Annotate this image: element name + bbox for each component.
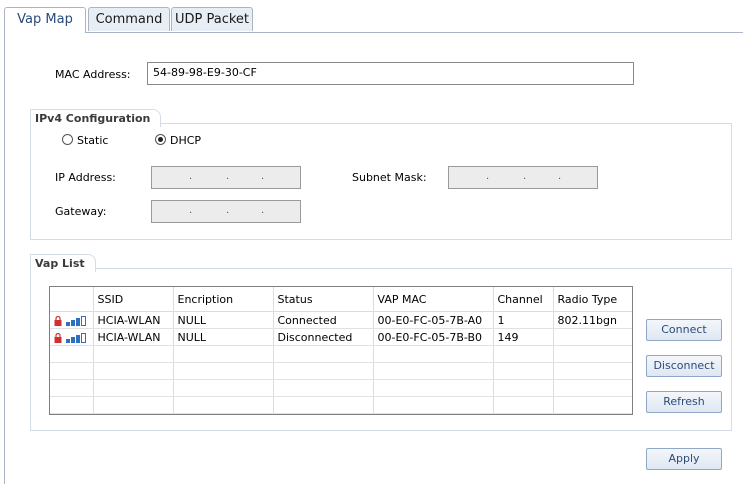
connect-button[interactable]: Connect: [646, 319, 722, 341]
vap-table[interactable]: SSID Encription Status VAP MAC Channel R…: [49, 286, 633, 415]
cell-encryption: NULL: [173, 328, 274, 346]
cell-vap-mac: 00-E0-FC-05-7B-B0: [373, 328, 494, 346]
subnet-mask-label: Subnet Mask:: [352, 171, 427, 184]
mac-address-label: MAC Address:: [55, 68, 131, 81]
cell-ssid: HCIA-WLAN: [93, 311, 174, 329]
gateway-label: Gateway:: [55, 205, 107, 218]
tab-udp-packet[interactable]: UDP Packet: [171, 7, 253, 31]
cell-vap-mac: 00-E0-FC-05-7B-A0: [373, 311, 494, 329]
tab-command[interactable]: Command: [88, 7, 170, 31]
column-header-status[interactable]: Status: [273, 287, 374, 312]
cell-status: Disconnected: [273, 328, 374, 346]
column-header-ssid[interactable]: SSID: [93, 287, 174, 312]
ip-address-label: IP Address:: [55, 171, 116, 184]
table-row[interactable]: HCIA-WLAN NULL Connected 00-E0-FC-05-7B-…: [50, 311, 632, 329]
static-radio[interactable]: [62, 134, 73, 145]
cell-channel: 1: [493, 311, 554, 329]
table-header-row: SSID Encription Status VAP MAC Channel R…: [50, 287, 632, 312]
lock-icon: [54, 315, 62, 326]
column-header-encription[interactable]: Encription: [173, 287, 274, 312]
gateway-field[interactable]: ...: [151, 200, 301, 223]
column-header-vap-mac[interactable]: VAP MAC: [373, 287, 494, 312]
apply-button[interactable]: Apply: [646, 448, 722, 470]
table-row[interactable]: HCIA-WLAN NULL Disconnected 00-E0-FC-05-…: [50, 328, 632, 346]
signal-strength-icon: [65, 332, 89, 343]
row-icons: [50, 311, 94, 329]
dhcp-radio-label: DHCP: [170, 134, 202, 147]
cell-ssid: HCIA-WLAN: [93, 328, 174, 346]
column-header-channel[interactable]: Channel: [493, 287, 554, 312]
subnet-mask-field[interactable]: ...: [448, 166, 598, 189]
radio-selected-dot: [158, 137, 163, 142]
static-radio-label: Static: [77, 134, 109, 147]
mac-address-input[interactable]: 54-89-98-E9-30-CF: [147, 62, 634, 85]
disconnect-button[interactable]: Disconnect: [646, 355, 722, 377]
row-icons: [50, 328, 94, 346]
refresh-button[interactable]: Refresh: [646, 391, 722, 413]
empty-table-row: [50, 379, 632, 397]
icon-column-header: [50, 287, 94, 312]
vap-list-title: Vap List: [30, 254, 96, 272]
dhcp-radio[interactable]: [155, 134, 166, 145]
cell-encryption: NULL: [173, 311, 274, 329]
ip-address-field[interactable]: ...: [151, 166, 301, 189]
lock-icon: [54, 332, 62, 343]
cell-radio-type: 802.11bgn: [553, 311, 632, 329]
cell-channel: 149: [493, 328, 554, 346]
empty-table-row: [50, 345, 632, 363]
tab-vap-map[interactable]: Vap Map: [4, 7, 86, 33]
ipv4-config-title: IPv4 Configuration: [30, 109, 162, 127]
column-header-radio-type[interactable]: Radio Type: [553, 287, 632, 312]
empty-table-row: [50, 396, 632, 414]
cell-status: Connected: [273, 311, 374, 329]
cell-radio-type: [553, 328, 632, 346]
signal-strength-icon: [65, 315, 89, 326]
empty-table-row: [50, 362, 632, 380]
